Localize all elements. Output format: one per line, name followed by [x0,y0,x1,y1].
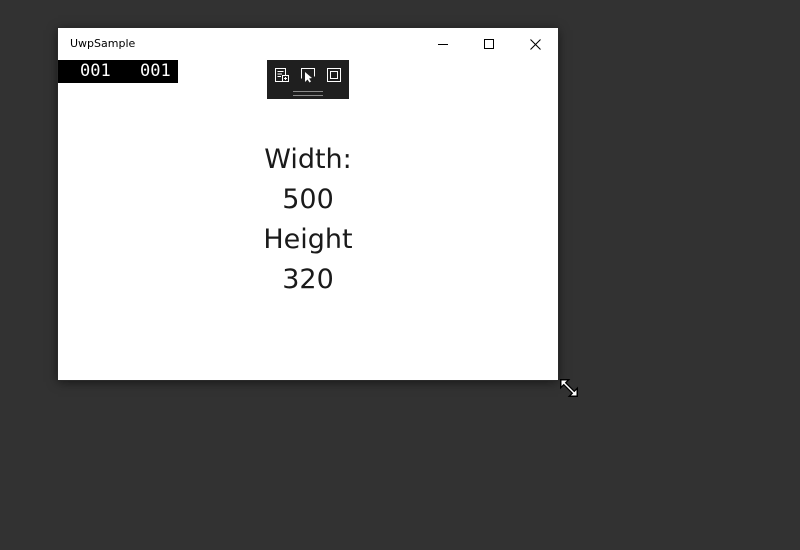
close-button[interactable] [512,28,558,60]
maximize-button[interactable] [466,28,512,60]
in-app-debug-toolbar [267,60,349,99]
frame-rate-counter: 001 001 [58,60,178,83]
diagonal-resize-cursor-icon [560,379,578,397]
minimize-icon [438,39,448,49]
minimize-button[interactable] [420,28,466,60]
size-display: Width: 500 Height 320 [58,140,558,300]
select-element-icon [300,67,316,87]
height-label: Height [263,224,353,255]
display-layout-adorners-button[interactable] [325,68,343,86]
height-value: 320 [282,264,334,295]
window-title: UwpSample [70,37,136,50]
width-value: 500 [282,184,334,215]
app-window: UwpSample 001 001 Width: 500 Height 320 [58,28,558,380]
close-icon [529,38,541,50]
live-visual-tree-icon [274,67,290,87]
select-element-button[interactable] [299,68,317,86]
desktop: UwpSample 001 001 Width: 500 Height 320 [0,0,800,550]
maximize-icon [484,39,494,49]
frame-counter-value-2: 001 [140,61,171,81]
frame-counter-value-1: 001 [80,61,111,81]
width-label: Width: [264,144,352,175]
display-layout-adorners-icon [326,67,342,87]
title-bar[interactable]: UwpSample [58,28,558,60]
toolbar-collapse-handle[interactable] [293,91,323,96]
live-visual-tree-button[interactable] [273,68,291,86]
